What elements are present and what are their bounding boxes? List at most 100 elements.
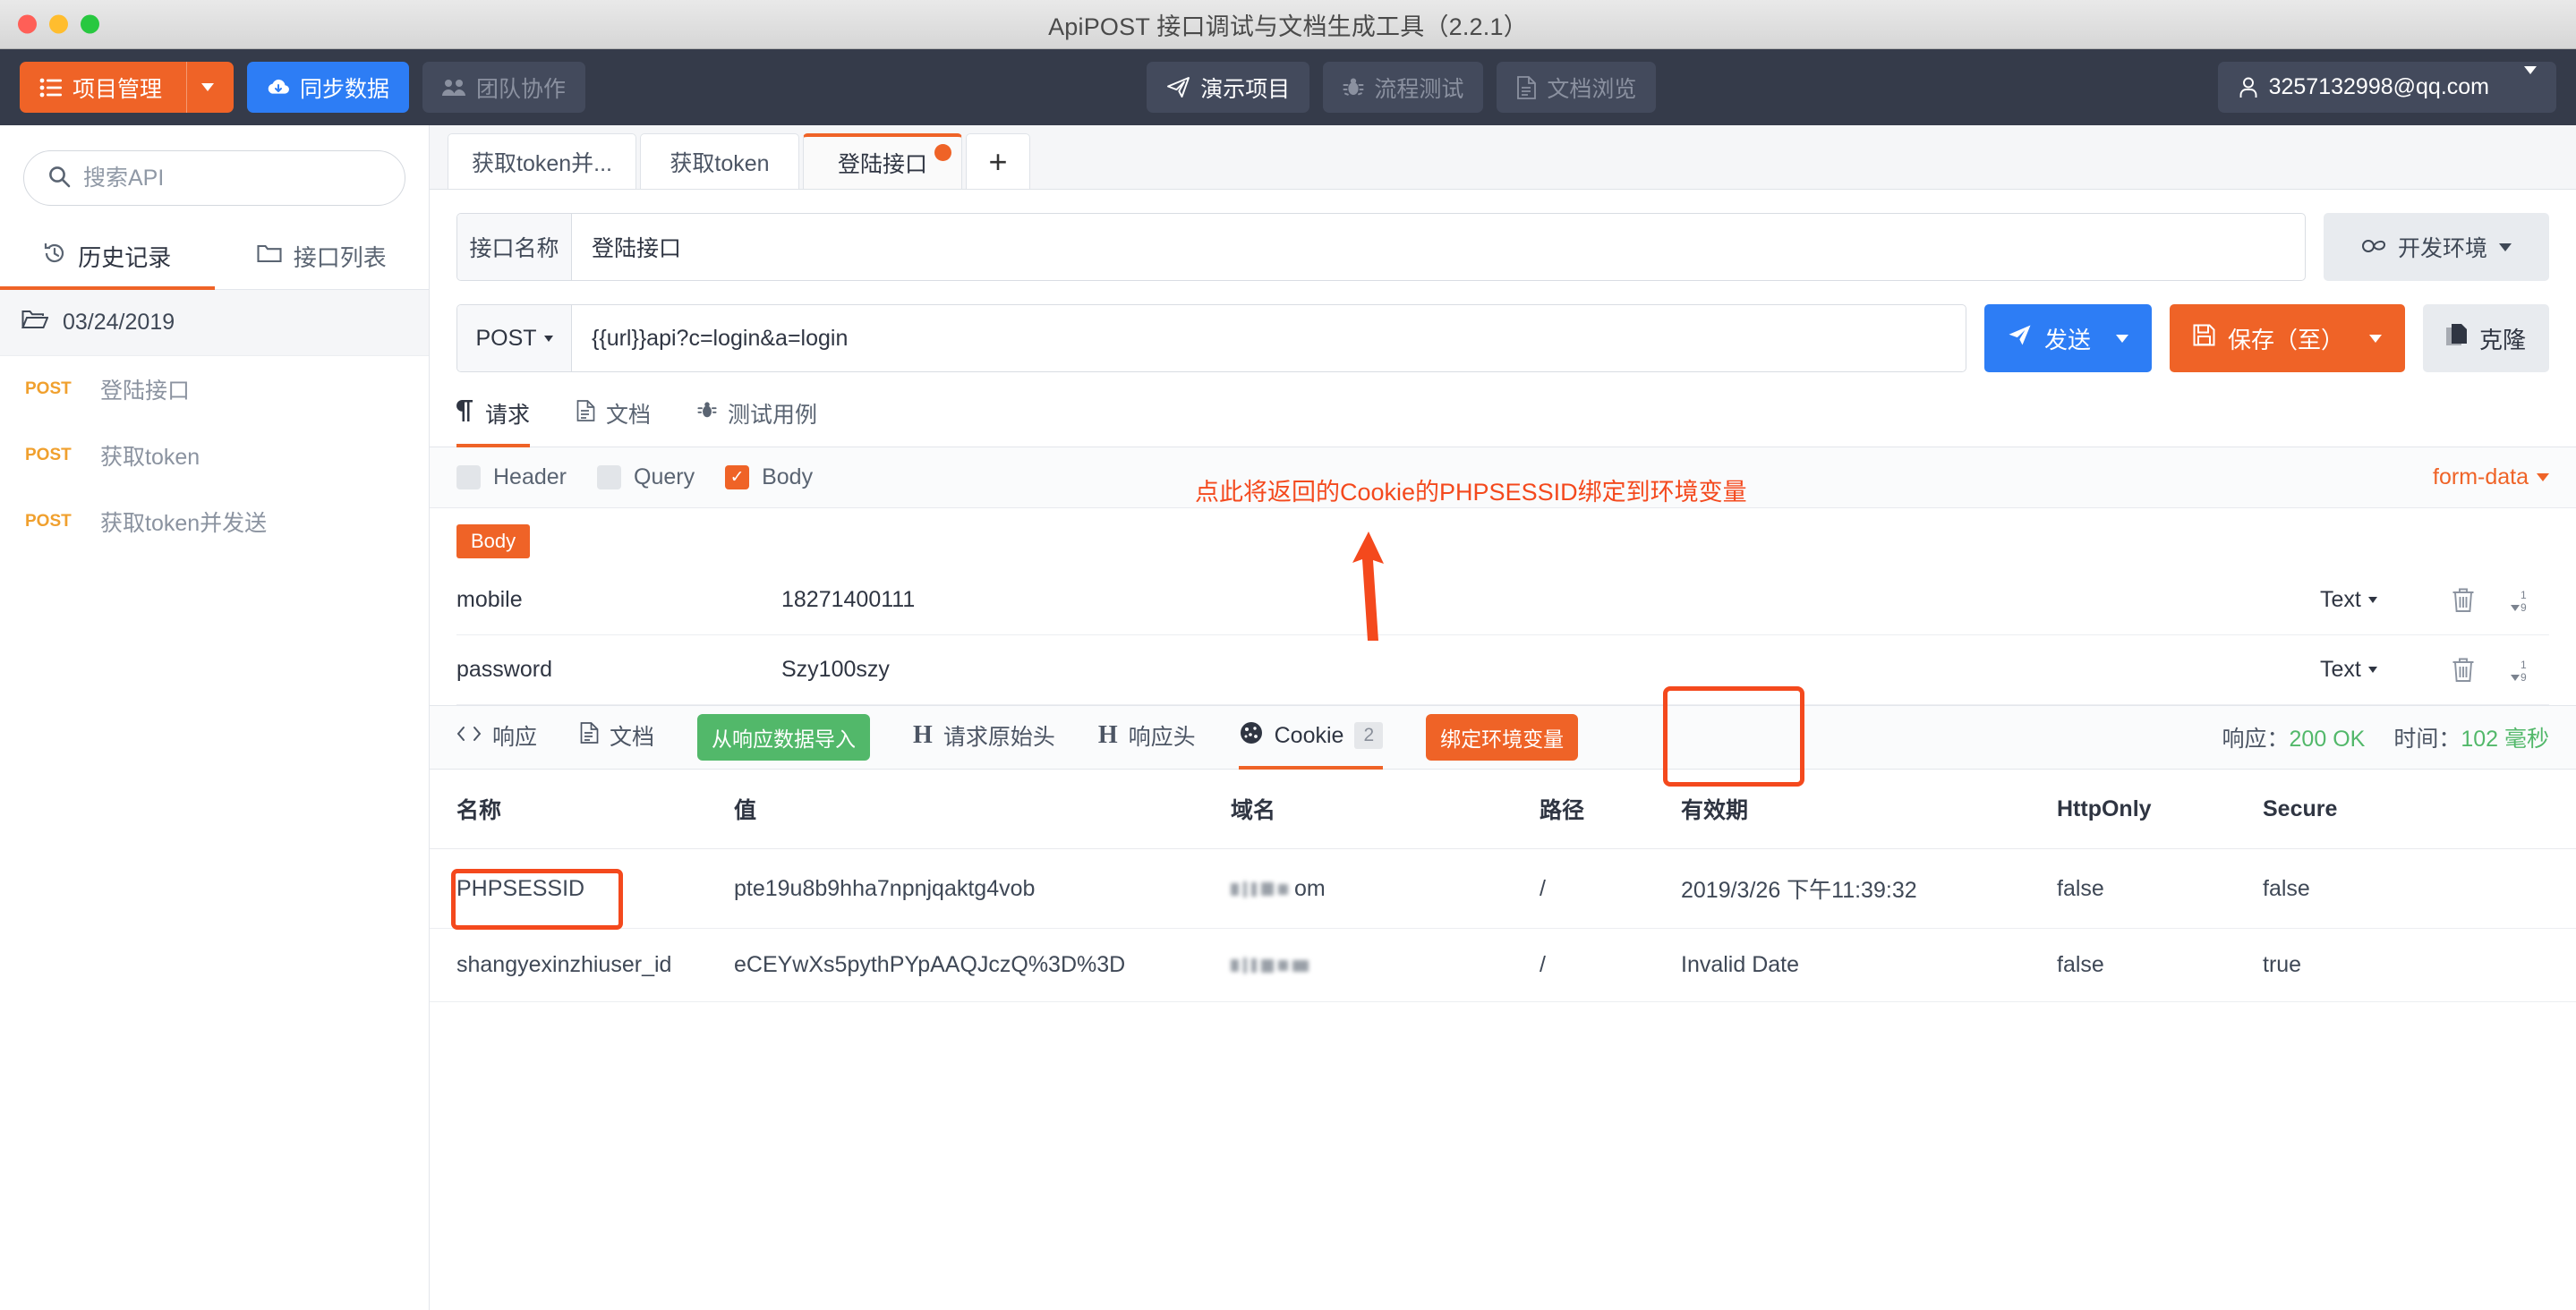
- list-item[interactable]: POST 登陆接口: [0, 356, 429, 422]
- api-method-badge: POST: [25, 379, 72, 398]
- delete-param-button[interactable]: [2435, 658, 2492, 683]
- col-header-path: 路径: [1540, 770, 1681, 849]
- flow-test-button[interactable]: 流程测试: [1323, 62, 1484, 113]
- import-from-response-button[interactable]: 从响应数据导入: [697, 714, 871, 761]
- api-name-label: 获取token并发送: [100, 511, 268, 536]
- api-name-input[interactable]: 登陆接口: [572, 214, 2305, 280]
- param-key[interactable]: password: [456, 657, 765, 683]
- tab-testcase[interactable]: 测试用例: [697, 397, 817, 447]
- chevron-down-icon: [543, 335, 553, 342]
- maximize-window-button[interactable]: [81, 14, 99, 34]
- delete-param-button[interactable]: [2435, 588, 2492, 613]
- sort-param-button[interactable]: 1 9: [2492, 588, 2549, 613]
- checkbox-body[interactable]: ✓ Body: [725, 464, 813, 490]
- api-name-field[interactable]: 接口名称 登陆接口: [456, 213, 2306, 281]
- list-item[interactable]: POST 获取token: [0, 422, 429, 489]
- sidebar-tab-history[interactable]: 历史记录: [0, 225, 215, 290]
- tab-request[interactable]: 请求: [456, 397, 531, 447]
- list-icon: [39, 78, 63, 98]
- param-type-selector[interactable]: Text: [2320, 587, 2435, 613]
- minimize-window-button[interactable]: [49, 14, 68, 34]
- response-tab-response-header[interactable]: H 响应头: [1098, 705, 1196, 770]
- col-header-expires: 有效期: [1681, 770, 2057, 849]
- cookie-domain-cell: [1231, 928, 1540, 1002]
- table-row[interactable]: shangyexinzhiuser_id eCEYwXs5pythPYpAAQJ…: [430, 928, 2576, 1002]
- param-value[interactable]: Szy100szy: [765, 657, 2320, 683]
- project-manage-button[interactable]: 项目管理: [20, 62, 235, 113]
- send-button[interactable]: 发送: [1983, 304, 2152, 372]
- request-tab[interactable]: 获取token: [640, 133, 799, 189]
- chevron-down-icon: [2524, 66, 2537, 99]
- cookie-path-cell: /: [1540, 928, 1681, 1002]
- param-type-label: Text: [2320, 657, 2361, 682]
- tab-document[interactable]: 文档: [576, 397, 651, 447]
- account-dropdown[interactable]: [2524, 66, 2537, 100]
- project-manage-dropdown[interactable]: [186, 62, 215, 113]
- cookie-value-cell: eCEYwXs5pythPYpAAQJczQ%3D%3D: [734, 928, 1231, 1002]
- annotation-text: 点此将返回的Cookie的PHPSESSID绑定到环境变量: [1195, 479, 1747, 506]
- save-button[interactable]: 保存（至）: [2169, 304, 2405, 372]
- request-tab[interactable]: 获取token并...: [448, 133, 636, 189]
- account-button[interactable]: 3257132998@qq.com: [2217, 62, 2556, 113]
- table-row[interactable]: PHPSESSID pte19u8b9hha7npnjqaktg4vob om …: [430, 848, 2576, 930]
- sidebar-folder-row[interactable]: 03/24/2019: [0, 290, 429, 356]
- redacted-domain: [1231, 880, 1288, 897]
- request-tab-active[interactable]: 登陆接口: [803, 133, 962, 189]
- redacted-domain: [1231, 957, 1309, 974]
- url-input[interactable]: {{url}}api?c=login&a=login: [572, 305, 1966, 371]
- body-format-selector[interactable]: form-data: [2433, 464, 2549, 490]
- url-field[interactable]: POST {{url}}api?c=login&a=login: [456, 304, 1966, 372]
- demo-project-button[interactable]: 演示项目: [1147, 62, 1310, 113]
- list-item[interactable]: POST 获取token并发送: [0, 489, 429, 555]
- clone-button[interactable]: 克隆: [2422, 304, 2549, 372]
- sort-param-button[interactable]: 1 9: [2492, 658, 2549, 683]
- close-window-button[interactable]: [18, 14, 37, 34]
- doc-browse-button[interactable]: 文档浏览: [1497, 62, 1657, 113]
- chevron-down-icon: [2367, 597, 2377, 603]
- response-status-label: 响应：: [2222, 727, 2290, 752]
- cookie-domain-cell: om: [1231, 848, 1540, 929]
- sidebar-tab-apilist[interactable]: 接口列表: [215, 225, 430, 290]
- search-box[interactable]: [23, 150, 405, 206]
- chevron-down-icon: [2499, 242, 2512, 251]
- save-dropdown[interactable]: [2368, 334, 2382, 343]
- response-tab-raw-request-header[interactable]: H 请求原始头: [913, 705, 1055, 770]
- unsaved-indicator-icon: [934, 144, 951, 161]
- team-collab-button[interactable]: 团队协作: [422, 62, 586, 113]
- checkbox-header-label: Header: [493, 464, 567, 489]
- nav-center-group: 演示项目 流程测试 文档浏览: [1147, 62, 1657, 113]
- environment-selector[interactable]: 开发环境: [2324, 213, 2549, 281]
- cookie-httponly-cell: false: [2057, 928, 2263, 1002]
- chevron-down-icon: [2367, 667, 2377, 673]
- col-header-httponly: HttpOnly: [2057, 770, 2263, 849]
- tab-request-label: 请求: [485, 403, 531, 428]
- sidebar-tab-apilist-label: 接口列表: [293, 243, 387, 271]
- param-key[interactable]: mobile: [456, 587, 765, 613]
- search-icon: [47, 165, 71, 192]
- response-tab-doc[interactable]: 文档: [580, 705, 654, 770]
- checkbox-header[interactable]: Header: [456, 464, 567, 490]
- account-group: 3257132998@qq.com: [2217, 62, 2556, 113]
- checkbox-query[interactable]: Query: [597, 464, 695, 490]
- cookie-table: 名称 值 域名 路径 有效期 HttpOnly Secure PHPSESSID…: [430, 770, 2576, 1002]
- add-request-tab-button[interactable]: +: [966, 133, 1030, 189]
- param-value[interactable]: 18271400111: [765, 587, 2320, 613]
- param-type-label: Text: [2320, 587, 2361, 612]
- cookie-table-header-row: 名称 值 域名 路径 有效期 HttpOnly Secure: [430, 770, 2576, 849]
- param-type-selector[interactable]: Text: [2320, 657, 2435, 683]
- method-selector[interactable]: POST: [457, 305, 572, 371]
- save-label: 保存（至）: [2227, 326, 2344, 353]
- request-tab-label: 获取token: [670, 150, 770, 176]
- api-name-label: 接口名称: [457, 214, 572, 280]
- response-tab-cookie[interactable]: Cookie 2: [1238, 705, 1384, 770]
- search-input[interactable]: [83, 165, 381, 191]
- top-navbar: 项目管理 同步数据 团队协作 演示项目 流程测试 文档浏览 3257132998…: [0, 49, 2576, 125]
- search-area: [0, 125, 429, 225]
- cookie-name-value: PHPSESSID: [456, 875, 585, 901]
- response-tab-response[interactable]: 响应: [456, 705, 537, 770]
- send-dropdown[interactable]: [2115, 334, 2128, 343]
- sync-data-button[interactable]: 同步数据: [247, 62, 410, 113]
- window-controls[interactable]: [18, 14, 99, 34]
- cloud-download-icon: [267, 77, 290, 98]
- bind-environment-variable-button[interactable]: 绑定环境变量: [1426, 714, 1579, 761]
